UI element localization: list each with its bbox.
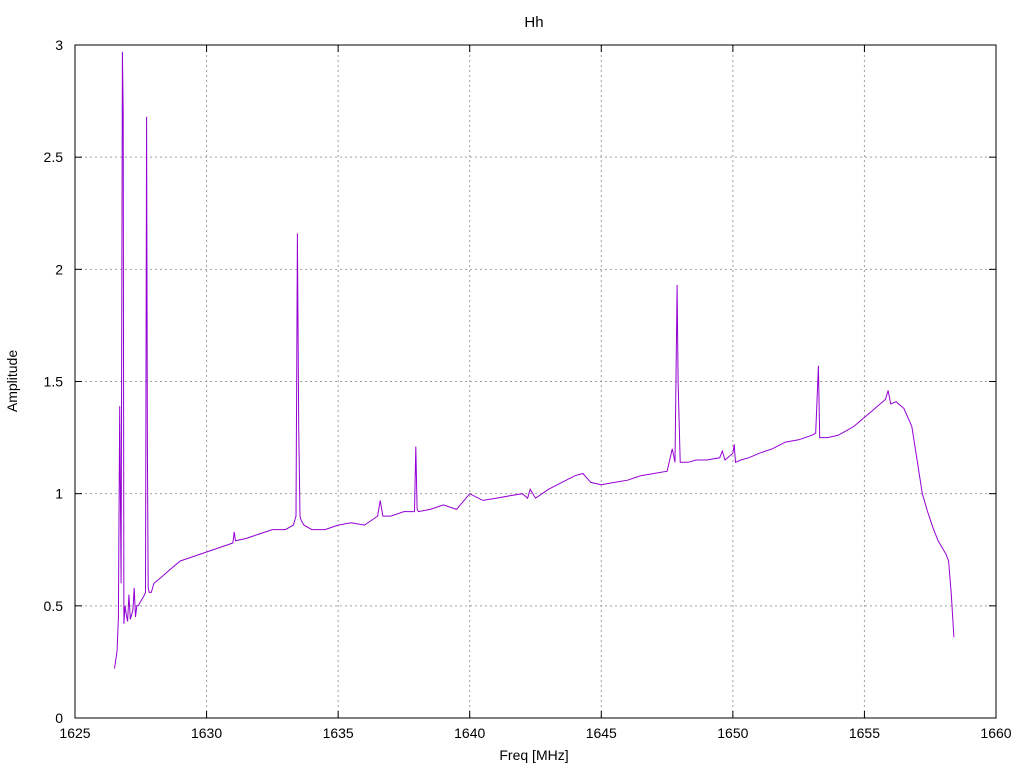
y-tick-label: 0 — [55, 710, 63, 726]
y-tick-label: 3 — [55, 37, 63, 53]
x-tick-label: 1640 — [454, 725, 485, 741]
x-tick-label: 1630 — [191, 725, 222, 741]
x-tick-label: 1650 — [717, 725, 748, 741]
y-tick-label: 2.5 — [44, 149, 64, 165]
x-tick-label: 1625 — [59, 725, 90, 741]
y-tick-label: 1.5 — [44, 374, 64, 390]
y-tick-label: 0.5 — [44, 598, 64, 614]
x-tick-label: 1655 — [849, 725, 880, 741]
y-axis-label: Amplitude — [4, 350, 20, 412]
x-tick-label: 1645 — [586, 725, 617, 741]
chart: 1625 1630 1635 1640 1645 1650 1655 1660 0 0.5 1 1.… — [0, 0, 1024, 768]
chart-background — [0, 0, 1024, 768]
x-tick-label: 1660 — [980, 725, 1011, 741]
y-tick-label: 1 — [55, 486, 63, 502]
x-tick-label: 1635 — [323, 725, 354, 741]
y-tick-label: 2 — [55, 261, 63, 277]
chart-title: Hh — [524, 14, 543, 31]
x-axis-label: Freq [MHz] — [499, 747, 568, 763]
